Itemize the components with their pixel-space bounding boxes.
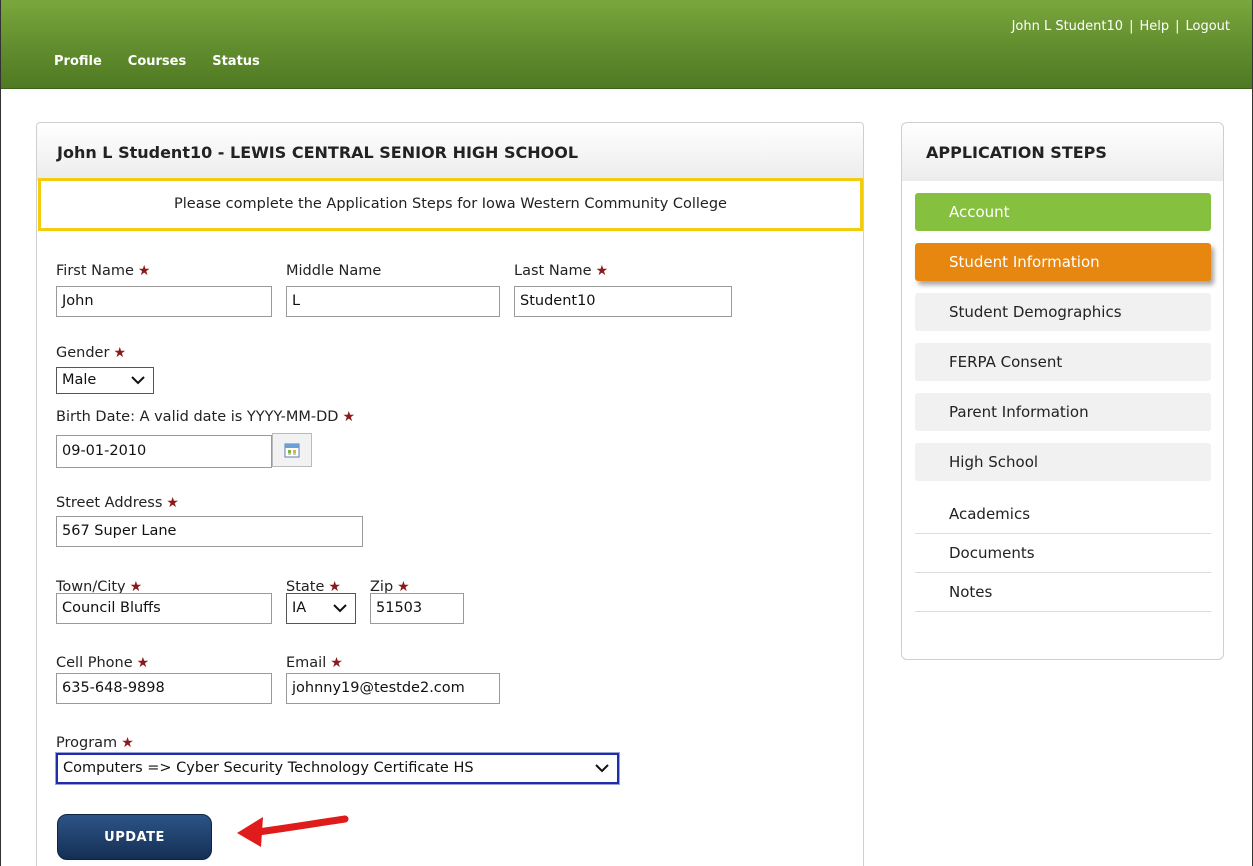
first-name-label: First Name ★ <box>56 263 151 279</box>
user-name-link[interactable]: John L Student10 <box>1012 19 1124 34</box>
user-nav: John L Student10 | Help | Logout <box>1012 19 1230 34</box>
step-student-information[interactable]: Student Information <box>915 243 1211 281</box>
street-address-label: Street Address ★ <box>56 495 179 511</box>
state-select[interactable]: IA <box>286 593 356 624</box>
logout-link[interactable]: Logout <box>1185 19 1230 34</box>
annotation-arrow-icon <box>237 815 349 847</box>
email-label: Email ★ <box>286 655 343 671</box>
step-high-school[interactable]: High School <box>915 443 1211 481</box>
chevron-down-icon <box>595 755 609 773</box>
town-city-input[interactable]: Council Bluffs <box>56 593 272 624</box>
calendar-picker-button[interactable] <box>272 433 312 467</box>
chevron-down-icon <box>333 594 347 613</box>
state-value: IA <box>292 600 307 616</box>
last-name-input[interactable]: Student10 <box>514 286 732 317</box>
program-label: Program ★ <box>56 735 134 751</box>
required-star-icon: ★ <box>137 263 151 279</box>
program-select[interactable]: Computers => Cyber Security Technology C… <box>55 752 620 785</box>
middle-name-label: Middle Name <box>286 263 382 279</box>
application-notice: Please complete the Application Steps fo… <box>38 178 863 231</box>
gender-value: Male <box>62 372 97 388</box>
user-nav-separator: | <box>1129 19 1134 34</box>
required-star-icon: ★ <box>595 263 609 279</box>
help-link[interactable]: Help <box>1139 19 1169 34</box>
step-academics[interactable]: Academics <box>915 495 1211 534</box>
steps-title: APPLICATION STEPS <box>902 123 1223 181</box>
last-name-label: Last Name ★ <box>514 263 609 279</box>
window-frame-left <box>0 0 1 866</box>
required-star-icon: ★ <box>330 655 343 671</box>
required-star-icon: ★ <box>166 495 179 511</box>
top-header-bar: Profile Courses Status John L Student10 |… <box>1 0 1252 89</box>
email-input[interactable]: johnny19@testde2.com <box>286 673 500 704</box>
nav-profile[interactable]: Profile <box>54 54 102 69</box>
step-parent-information[interactable]: Parent Information <box>915 393 1211 431</box>
panel-title: John L Student10 - LEWIS CENTRAL SENIOR … <box>37 123 863 181</box>
gender-select[interactable]: Male <box>56 367 154 394</box>
cell-phone-input[interactable]: 635-648-9898 <box>56 673 272 704</box>
required-star-icon: ★ <box>136 655 150 671</box>
update-button[interactable]: UPDATE <box>57 814 212 860</box>
nav-status[interactable]: Status <box>212 54 260 69</box>
step-notes[interactable]: Notes <box>915 573 1211 612</box>
cell-phone-label: Cell Phone ★ <box>56 655 150 671</box>
user-nav-separator: | <box>1175 19 1180 34</box>
zip-input[interactable]: 51503 <box>370 593 464 624</box>
calendar-icon <box>284 443 300 458</box>
required-star-icon: ★ <box>342 409 356 425</box>
chevron-down-icon <box>131 368 145 385</box>
middle-name-input[interactable]: L <box>286 286 500 317</box>
main-nav: Profile Courses Status <box>54 54 286 69</box>
nav-courses[interactable]: Courses <box>128 54 186 69</box>
required-star-icon: ★ <box>121 735 134 751</box>
student-form-panel: John L Student10 - LEWIS CENTRAL SENIOR … <box>36 122 864 866</box>
program-value: Computers => Cyber Security Technology C… <box>63 760 474 776</box>
step-documents[interactable]: Documents <box>915 534 1211 573</box>
birth-date-input[interactable]: 09-01-2010 <box>56 435 272 468</box>
application-steps-panel: APPLICATION STEPS Account Student Inform… <box>901 122 1224 660</box>
street-address-input[interactable]: 567 Super Lane <box>56 516 363 547</box>
birth-date-label: Birth Date: A valid date is YYYY-MM-DD ★ <box>56 409 356 425</box>
step-student-demographics[interactable]: Student Demographics <box>915 293 1211 331</box>
step-ferpa-consent[interactable]: FERPA Consent <box>915 343 1211 381</box>
first-name-input[interactable]: John <box>56 286 272 317</box>
gender-label: Gender ★ <box>56 345 126 361</box>
step-account[interactable]: Account <box>915 193 1211 231</box>
required-star-icon: ★ <box>113 345 126 361</box>
